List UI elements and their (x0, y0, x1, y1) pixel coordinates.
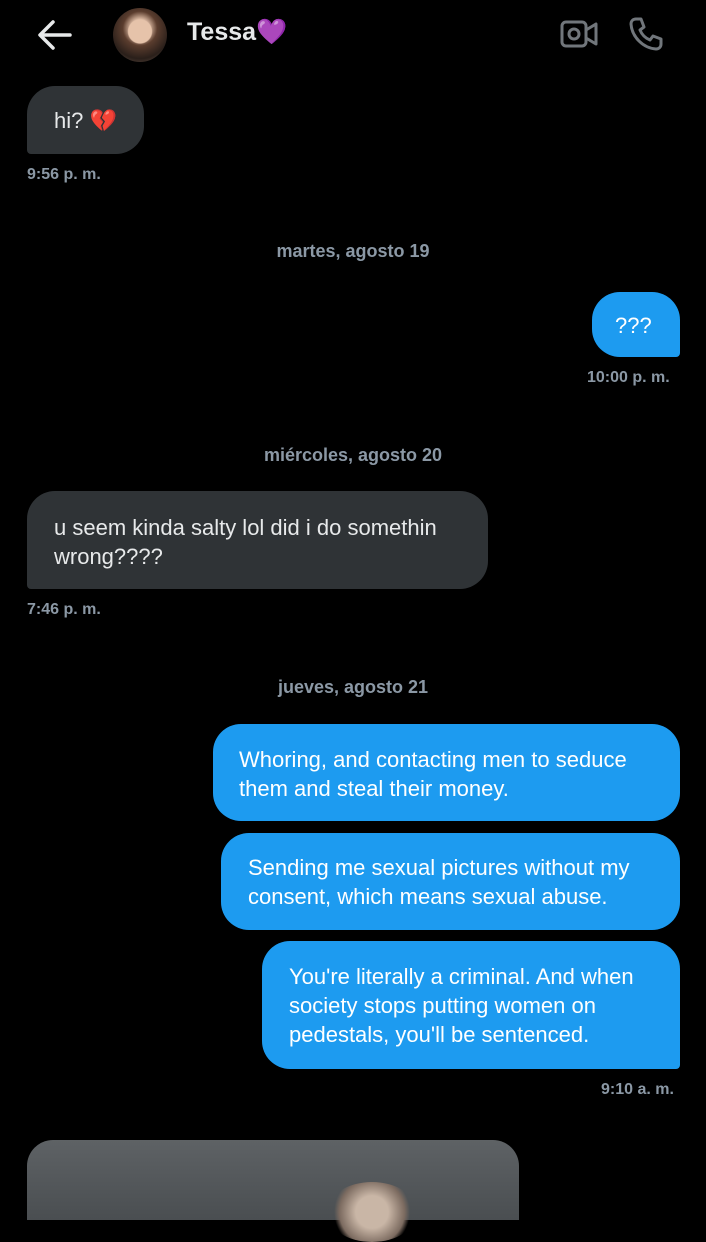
back-arrow-icon[interactable] (36, 18, 74, 52)
incoming-image-message[interactable] (27, 1140, 519, 1242)
video-call-icon[interactable] (560, 18, 598, 50)
contact-name-text: Tessa (187, 18, 257, 46)
incoming-message[interactable]: hi? 💔 (27, 86, 144, 154)
message-timestamp: 10:00 p. m. (587, 369, 670, 386)
message-text: Whoring, and contacting men to seduce th… (239, 747, 627, 801)
outgoing-message[interactable]: Sending me sexual pictures without my co… (221, 833, 680, 930)
outgoing-message[interactable]: You're literally a criminal. And when so… (262, 941, 680, 1069)
date-separator: miércoles, agosto 20 (263, 445, 443, 465)
outgoing-message[interactable]: Whoring, and contacting men to seduce th… (213, 724, 680, 821)
image-content (327, 1182, 417, 1242)
incoming-message[interactable]: u seem kinda salty lol did i do somethin… (27, 491, 488, 589)
message-text: You're literally a criminal. And when so… (289, 964, 634, 1047)
message-timestamp: 9:10 a. m. (601, 1081, 674, 1098)
message-timestamp: 7:46 p. m. (27, 601, 101, 618)
conversation-header: Tessa💜 (0, 0, 706, 72)
message-text: u seem kinda salty lol did i do somethin… (54, 515, 437, 569)
date-separator: jueves, agosto 21 (277, 677, 429, 697)
purple-heart-emoji: 💜 (256, 18, 288, 46)
message-text: Sending me sexual pictures without my co… (248, 855, 630, 909)
message-timestamp: 9:56 p. m. (27, 166, 101, 183)
date-separator: martes, agosto 19 (276, 241, 430, 261)
outgoing-message[interactable]: ??? (592, 292, 680, 357)
avatar[interactable] (113, 8, 167, 62)
phone-call-icon[interactable] (628, 16, 664, 52)
message-text: hi? 💔 (54, 108, 117, 133)
message-text: ??? (615, 313, 652, 338)
contact-name[interactable]: Tessa💜 (187, 18, 287, 47)
